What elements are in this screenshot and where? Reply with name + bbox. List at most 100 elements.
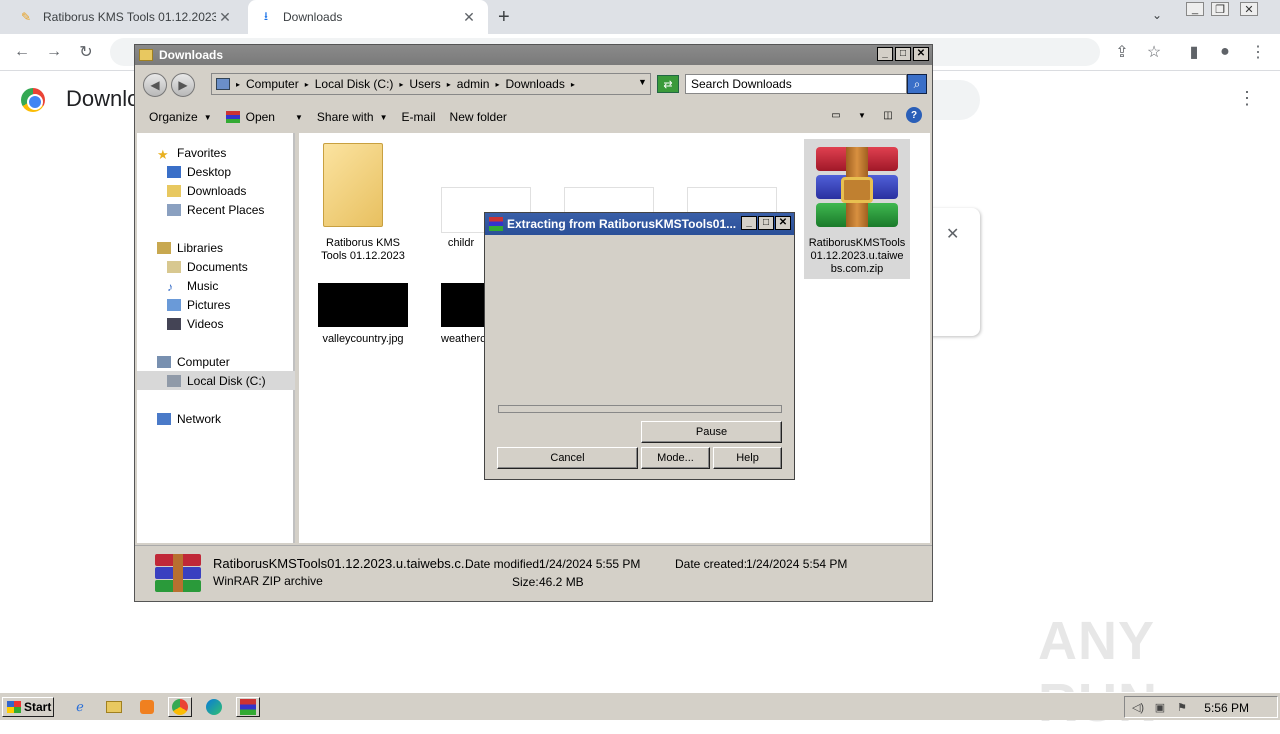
nav-computer[interactable]: Computer — [157, 352, 230, 371]
nav-label: Computer — [177, 354, 230, 369]
breadcrumb-users[interactable]: Users — [409, 77, 440, 91]
tab-close-icon[interactable]: ✕ — [460, 9, 478, 26]
tab-downloads[interactable]: ⭳ Downloads ✕ — [248, 0, 488, 34]
nav-label: Documents — [187, 259, 248, 274]
edge-icon[interactable] — [202, 697, 226, 717]
help-button[interactable]: Help — [713, 447, 782, 469]
folder-icon — [216, 78, 230, 90]
help-icon[interactable]: ? — [906, 107, 922, 123]
file-thumbnail[interactable] — [564, 187, 654, 213]
maximize-button[interactable]: □ — [895, 47, 911, 61]
media-player-icon[interactable] — [135, 697, 159, 717]
network-tray-icon[interactable]: ▣ — [1151, 699, 1169, 715]
nav-label: Local Disk (C:) — [187, 373, 266, 388]
close-button[interactable]: ✕ — [1240, 2, 1258, 16]
action-center-flag-icon[interactable]: ⚑ — [1173, 699, 1191, 715]
file-explorer-icon[interactable] — [102, 697, 126, 717]
details-file-name: RatiborusKMSTools01.12.2023.u.taiwebs.c.… — [213, 556, 472, 571]
nav-network[interactable]: Network — [157, 409, 221, 428]
organize-button[interactable]: Organize ▼ — [149, 110, 212, 124]
nav-recent-places[interactable]: Recent Places — [167, 200, 264, 219]
computer-icon — [157, 355, 171, 368]
music-icon: ♪ — [167, 279, 173, 294]
cancel-button[interactable]: Cancel — [497, 447, 638, 469]
window-title: Downloads — [159, 48, 224, 62]
email-button[interactable]: E-mail — [402, 110, 436, 124]
nav-documents[interactable]: Documents — [167, 257, 248, 276]
profile-avatar-icon[interactable]: ● — [1215, 42, 1235, 62]
winrar-taskbar-icon[interactable] — [236, 697, 260, 717]
file-thumbnail[interactable] — [687, 187, 777, 213]
search-icon[interactable]: ⌕ — [907, 74, 927, 94]
preview-pane-icon[interactable]: ◫ — [880, 107, 896, 123]
page-title: Downlo — [66, 86, 140, 111]
address-history-dropdown-icon[interactable]: ▼ — [638, 77, 647, 87]
internet-explorer-icon[interactable]: ℯ — [68, 697, 92, 717]
tab-ratiborus[interactable]: ✎ Ratiborus KMS Tools 01.12.2023 | Br ✕ — [8, 0, 244, 34]
start-button[interactable]: Start — [2, 697, 54, 717]
mode-button[interactable]: Mode... — [641, 447, 710, 469]
nav-pictures[interactable]: Pictures — [167, 295, 230, 314]
nav-videos[interactable]: Videos — [167, 314, 223, 333]
folder-icon — [139, 49, 153, 61]
share-icon[interactable]: ⇪ — [1112, 42, 1132, 62]
nav-music[interactable]: ♪ Music — [167, 276, 218, 295]
tab-close-icon[interactable]: ✕ — [216, 9, 234, 26]
nav-label: Pictures — [187, 297, 231, 312]
search-input[interactable]: Search Downloads — [685, 74, 907, 94]
taskbar: Start ℯ ◁) ▣ ⚑ 5:56 PM — [0, 692, 1280, 720]
chrome-menu-icon[interactable]: ⋮ — [1248, 42, 1268, 62]
downloads-search-field[interactable] — [930, 80, 980, 120]
maximize-button[interactable]: □ — [758, 216, 774, 230]
breadcrumb-admin[interactable]: admin — [457, 77, 490, 91]
open-button[interactable]: Open ▼ — [225, 110, 303, 124]
chrome-logo-icon — [21, 88, 45, 112]
breadcrumb[interactable]: ▸ Computer ▸ Local Disk (C:) ▸ Users ▸ admi… — [211, 73, 651, 95]
nav-favorites[interactable]: ★ Favorites — [157, 143, 226, 162]
view-options-chevron-icon[interactable]: ▼ — [854, 107, 870, 123]
nav-label: Recent Places — [187, 202, 265, 217]
dialog-titlebar[interactable]: Extracting from RatiborusKMSTools01... _… — [485, 213, 794, 235]
reload-icon[interactable]: ↻ — [76, 42, 96, 62]
restore-button[interactable]: ❐ — [1211, 2, 1229, 16]
refresh-icon[interactable]: ⇄ — [657, 75, 679, 93]
breadcrumb-computer[interactable]: Computer — [246, 77, 299, 91]
image-thumbnail — [441, 283, 487, 327]
share-with-button[interactable]: Share with ▼ — [317, 110, 388, 124]
network-icon — [157, 412, 171, 425]
back-arrow-icon[interactable]: ← — [12, 42, 32, 62]
back-arrow-icon[interactable]: ◀ — [143, 73, 167, 97]
breadcrumb-downloads[interactable]: Downloads — [505, 77, 564, 91]
side-panel-icon[interactable]: ▮ — [1184, 42, 1204, 62]
volume-icon[interactable]: ◁) — [1129, 699, 1147, 715]
nav-desktop[interactable]: Desktop — [167, 162, 231, 181]
nav-downloads[interactable]: Downloads — [167, 181, 246, 200]
minimize-button[interactable]: _ — [741, 216, 757, 230]
address-row: ◀ ▶ ▸ Computer ▸ Local Disk (C:) ▸ Users ▸ … — [135, 65, 932, 103]
minimize-button[interactable]: _ — [1186, 2, 1204, 16]
clock[interactable]: 5:56 PM — [1204, 701, 1249, 715]
extract-dialog: Extracting from RatiborusKMSTools01... _… — [484, 212, 795, 480]
bookmark-star-icon[interactable]: ☆ — [1144, 42, 1164, 62]
remove-download-icon[interactable]: ✕ — [946, 224, 959, 244]
tab-search-chevron-icon[interactable]: ⌄ — [1152, 8, 1162, 22]
chrome-icon[interactable] — [168, 697, 192, 717]
close-button[interactable]: ✕ — [775, 216, 791, 230]
explorer-titlebar[interactable]: Downloads _ □ ✕ — [135, 45, 932, 65]
breadcrumb-local-disk[interactable]: Local Disk (C:) — [315, 77, 394, 91]
drive-icon — [167, 374, 181, 387]
more-options-icon[interactable]: ⋮ — [1238, 88, 1256, 109]
share-with-label: Share with — [316, 110, 374, 124]
new-folder-button[interactable]: New folder — [450, 110, 507, 124]
minimize-button[interactable]: _ — [877, 47, 893, 61]
close-button[interactable]: ✕ — [913, 47, 929, 61]
pause-button[interactable]: Pause — [641, 421, 782, 443]
size-value: 46.2 MB — [539, 575, 584, 589]
forward-arrow-icon[interactable]: → — [44, 42, 64, 62]
new-tab-button[interactable]: + — [498, 6, 510, 29]
nav-libraries[interactable]: Libraries — [157, 238, 223, 257]
change-view-icon[interactable]: ▭ — [828, 107, 844, 123]
nav-local-disk[interactable]: Local Disk (C:) — [137, 371, 295, 390]
forward-arrow-icon[interactable]: ▶ — [171, 73, 195, 97]
desktop-icon — [167, 165, 181, 178]
